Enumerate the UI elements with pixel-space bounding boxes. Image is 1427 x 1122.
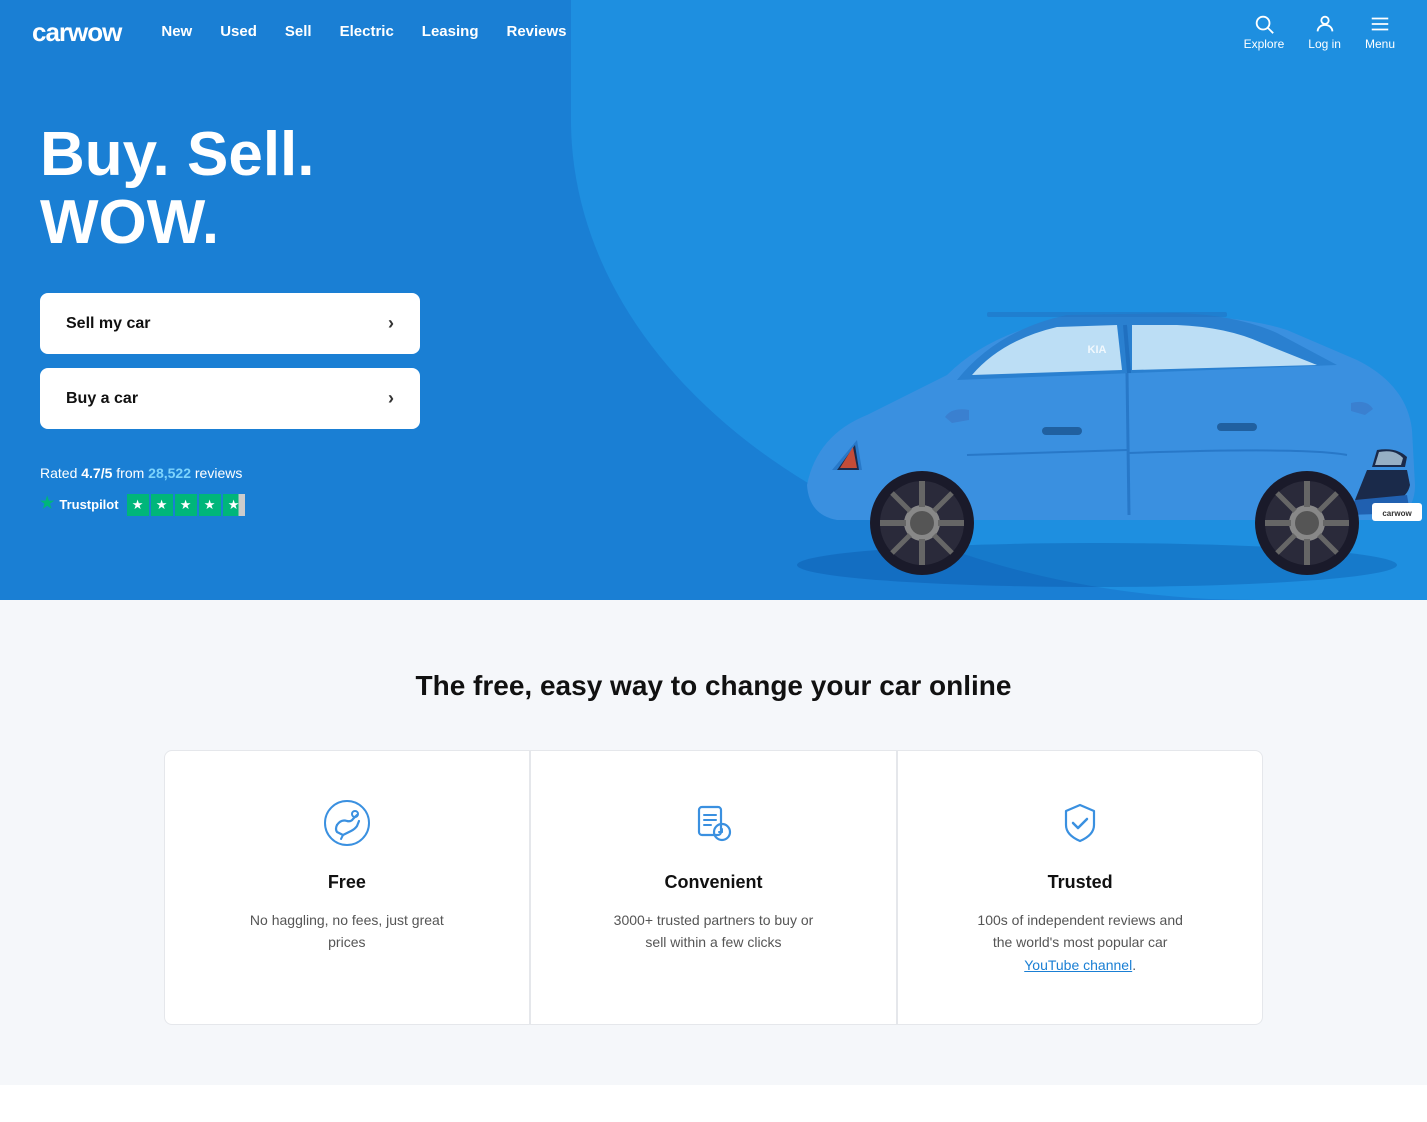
shield-check-icon — [1056, 799, 1104, 852]
star-5-half: ★ — [223, 494, 245, 516]
hero-content: Buy. Sell. WOW. Sell my car › Buy a car … — [0, 21, 480, 579]
nav-link-reviews[interactable]: Reviews — [506, 23, 566, 40]
star-2: ★ — [151, 494, 173, 516]
chevron-right-icon: › — [388, 313, 394, 334]
trustpilot-label: Trustpilot — [59, 493, 118, 516]
chevron-right-icon: › — [388, 388, 394, 409]
nav-link-leasing[interactable]: Leasing — [422, 23, 479, 40]
star-1: ★ — [127, 494, 149, 516]
nav-link-electric[interactable]: Electric — [340, 23, 394, 40]
handshake-icon — [323, 799, 371, 852]
menu-button[interactable]: Menu — [1365, 13, 1395, 51]
feature-name-trusted: Trusted — [1048, 872, 1113, 893]
hamburger-icon — [1369, 13, 1391, 35]
explore-label: Explore — [1244, 37, 1285, 51]
login-button[interactable]: Log in — [1308, 13, 1341, 51]
features-section: The free, easy way to change your car on… — [0, 600, 1427, 1085]
trustpilot-stars: ★ ★ ★ ★ ★ — [127, 494, 245, 516]
svg-text:carwow: carwow — [1382, 509, 1412, 518]
menu-label: Menu — [1365, 37, 1395, 51]
buy-car-label: Buy a car — [66, 390, 138, 408]
nav-link-new[interactable]: New — [161, 23, 192, 40]
feature-desc-convenient: 3000+ trusted partners to buy or sell wi… — [603, 909, 823, 954]
review-count: 28,522 — [148, 465, 191, 481]
explore-button[interactable]: Explore — [1244, 13, 1285, 51]
feature-desc-free: No haggling, no fees, just great prices — [237, 909, 457, 954]
feature-name-convenient: Convenient — [664, 872, 762, 893]
sell-car-button[interactable]: Sell my car › — [40, 293, 420, 354]
nav-logo[interactable]: carwow — [32, 17, 121, 48]
nav-right: Explore Log in Menu — [1244, 13, 1395, 51]
rating-score: 4.7/5 — [81, 465, 112, 481]
user-icon — [1314, 13, 1336, 35]
feature-desc-trusted: 100s of independent reviews and the worl… — [970, 909, 1190, 976]
star-4: ★ — [199, 494, 221, 516]
feature-name-free: Free — [328, 872, 366, 893]
hero-car-image: carwow — [747, 175, 1427, 600]
nav-link-sell[interactable]: Sell — [285, 23, 312, 40]
nav-link-used[interactable]: Used — [220, 23, 257, 40]
star-3: ★ — [175, 494, 197, 516]
buy-car-button[interactable]: Buy a car › — [40, 368, 420, 429]
rating-text: Rated 4.7/5 from 28,522 reviews — [40, 461, 440, 486]
features-grid: Free No haggling, no fees, just great pr… — [164, 750, 1264, 1025]
hero-buttons: Sell my car › Buy a car › — [40, 293, 440, 429]
svg-text:KIA: KIA — [1088, 344, 1107, 356]
search-icon — [1253, 13, 1275, 35]
trustpilot-row: ★ Trustpilot ★ ★ ★ ★ ★ — [40, 490, 440, 519]
hero-section: Buy. Sell. WOW. Sell my car › Buy a car … — [0, 0, 1427, 600]
nav-links: New Used Sell Electric Leasing Reviews — [161, 23, 566, 41]
login-label: Log in — [1308, 37, 1341, 51]
car-svg: carwow — [747, 175, 1427, 595]
document-icon — [689, 799, 737, 852]
youtube-channel-link[interactable]: YouTube channel — [1024, 957, 1132, 973]
navbar: carwow New Used Sell Electric Leasing Re… — [0, 0, 1427, 64]
features-title: The free, easy way to change your car on… — [40, 670, 1387, 702]
feature-card-convenient: Convenient 3000+ trusted partners to buy… — [530, 750, 897, 1025]
sell-car-label: Sell my car — [66, 315, 151, 333]
feature-card-trusted: Trusted 100s of independent reviews and … — [897, 750, 1264, 1025]
feature-card-free: Free No haggling, no fees, just great pr… — [164, 750, 531, 1025]
hero-rating: Rated 4.7/5 from 28,522 reviews ★ Trustp… — [40, 461, 440, 519]
hero-title: Buy. Sell. WOW. — [40, 121, 440, 257]
trustpilot-star-icon: ★ — [40, 490, 54, 519]
trustpilot-logo: ★ Trustpilot — [40, 490, 119, 519]
